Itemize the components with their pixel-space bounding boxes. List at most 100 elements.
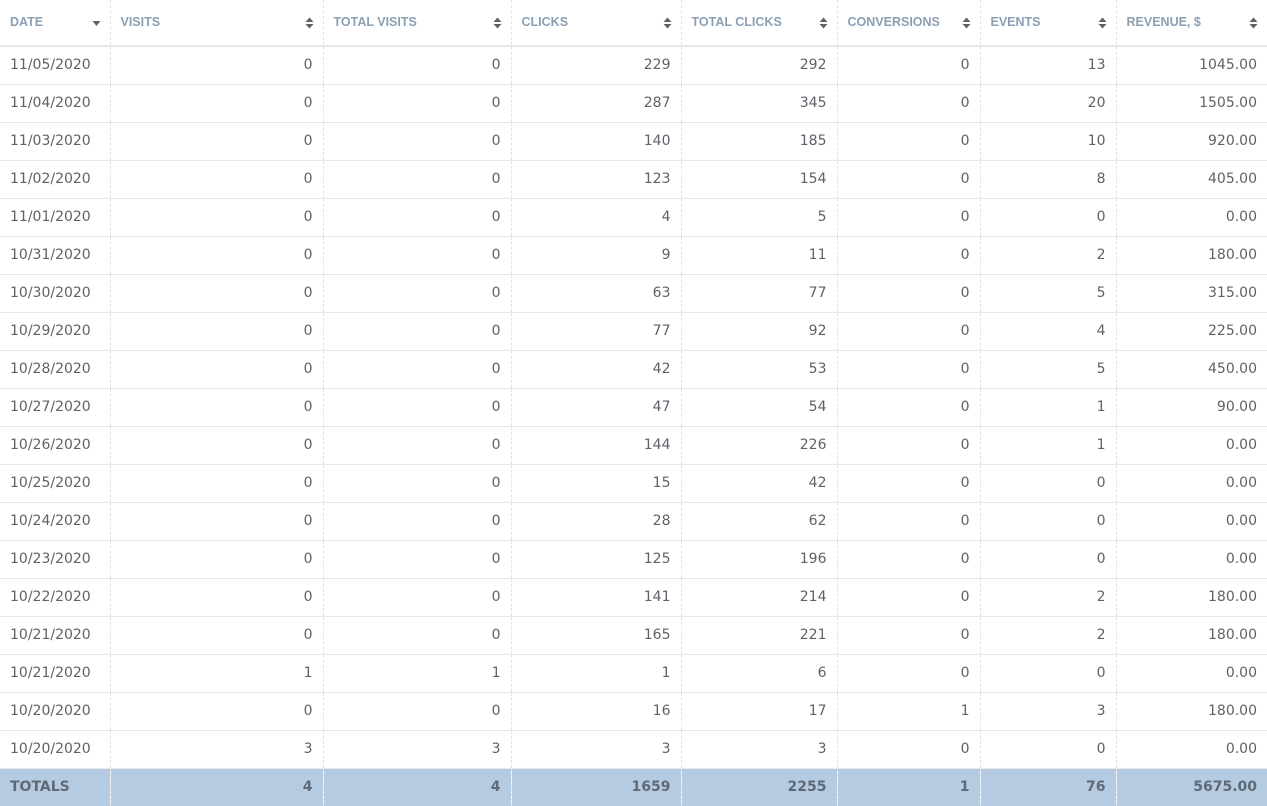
column-header-total_clicks[interactable]: TOTAL CLICKS — [680, 0, 837, 47]
table-body: 11/05/2020 0 0 229 292 0 13 1045.00 11/04/2020 0 0… — [0, 46, 1267, 769]
table-row: 10/27/2020 0 0 47 54 0 1 90.00 — [0, 388, 1267, 427]
cell-visits: 0 — [109, 350, 323, 389]
column-header-revenue[interactable]: REVENUE, $ — [1115, 0, 1267, 47]
cell-date: 11/05/2020 — [0, 46, 110, 85]
cell-total_clicks: 185 — [680, 122, 837, 161]
column-header-conversions[interactable]: CONVERSIONS — [836, 0, 980, 47]
cell-revenue: 1045.00 — [1115, 46, 1267, 85]
table-row: 11/05/2020 0 0 229 292 0 13 1045.00 — [0, 46, 1267, 85]
cell-conversions: 0 — [836, 730, 980, 769]
cell-total_clicks: 3 — [680, 730, 837, 769]
total-events: 76 — [979, 767, 1116, 806]
table-row: 10/23/2020 0 0 125 196 0 0 0.00 — [0, 540, 1267, 579]
cell-total_visits: 0 — [322, 236, 511, 275]
column-header-date[interactable]: DATE — [0, 0, 110, 47]
sort-both-icon — [305, 17, 313, 28]
cell-revenue: 180.00 — [1115, 692, 1267, 731]
cell-events: 8 — [979, 160, 1116, 199]
cell-conversions: 0 — [836, 502, 980, 541]
cell-total_visits: 0 — [322, 616, 511, 655]
cell-date: 10/29/2020 — [0, 312, 110, 351]
cell-total_visits: 0 — [322, 198, 511, 237]
cell-clicks: 165 — [510, 616, 681, 655]
cell-date: 10/20/2020 — [0, 692, 110, 731]
cell-revenue: 0.00 — [1115, 730, 1267, 769]
cell-conversions: 0 — [836, 198, 980, 237]
total-total_clicks: 2255 — [680, 767, 837, 806]
cell-total_clicks: 42 — [680, 464, 837, 503]
cell-visits: 0 — [109, 692, 323, 731]
table-row: 11/01/2020 0 0 4 5 0 0 0.00 — [0, 198, 1267, 237]
cell-conversions: 0 — [836, 350, 980, 389]
table-row: 10/30/2020 0 0 63 77 0 5 315.00 — [0, 274, 1267, 313]
cell-conversions: 0 — [836, 122, 980, 161]
cell-total_clicks: 226 — [680, 426, 837, 465]
cell-date: 10/25/2020 — [0, 464, 110, 503]
cell-clicks: 16 — [510, 692, 681, 731]
sort-desc-icon — [92, 20, 100, 26]
cell-conversions: 1 — [836, 692, 980, 731]
cell-total_visits: 0 — [322, 350, 511, 389]
column-header-clicks[interactable]: CLICKS — [510, 0, 681, 47]
cell-visits: 0 — [109, 388, 323, 427]
cell-clicks: 9 — [510, 236, 681, 275]
cell-total_clicks: 77 — [680, 274, 837, 313]
cell-clicks: 123 — [510, 160, 681, 199]
table-row: 10/31/2020 0 0 9 11 0 2 180.00 — [0, 236, 1267, 275]
cell-date: 11/01/2020 — [0, 198, 110, 237]
cell-events: 2 — [979, 616, 1116, 655]
cell-events: 0 — [979, 654, 1116, 693]
sort-both-icon — [1098, 17, 1106, 28]
column-header-visits[interactable]: VISITS — [109, 0, 323, 47]
cell-revenue: 405.00 — [1115, 160, 1267, 199]
cell-total_clicks: 62 — [680, 502, 837, 541]
cell-events: 2 — [979, 236, 1116, 275]
column-header-label: TOTAL VISITS — [333, 15, 417, 29]
cell-revenue: 225.00 — [1115, 312, 1267, 351]
cell-total_clicks: 11 — [680, 236, 837, 275]
cell-date: 10/24/2020 — [0, 502, 110, 541]
cell-revenue: 0.00 — [1115, 464, 1267, 503]
cell-total_visits: 0 — [322, 692, 511, 731]
cell-total_visits: 0 — [322, 312, 511, 351]
table-row: 11/02/2020 0 0 123 154 0 8 405.00 — [0, 160, 1267, 199]
cell-conversions: 0 — [836, 46, 980, 85]
column-header-label: REVENUE, $ — [1126, 15, 1201, 29]
cell-total_clicks: 5 — [680, 198, 837, 237]
cell-total_visits: 0 — [322, 388, 511, 427]
cell-clicks: 141 — [510, 578, 681, 617]
table-row: 10/21/2020 0 0 165 221 0 2 180.00 — [0, 616, 1267, 655]
cell-total_clicks: 6 — [680, 654, 837, 693]
total-clicks: 1659 — [510, 767, 681, 806]
cell-clicks: 4 — [510, 198, 681, 237]
cell-events: 0 — [979, 540, 1116, 579]
cell-date: 11/02/2020 — [0, 160, 110, 199]
column-header-events[interactable]: EVENTS — [979, 0, 1116, 47]
cell-total_visits: 0 — [322, 122, 511, 161]
column-header-total_visits[interactable]: TOTAL VISITS — [322, 0, 511, 47]
column-header-label: EVENTS — [990, 15, 1041, 29]
cell-clicks: 144 — [510, 426, 681, 465]
cell-events: 4 — [979, 312, 1116, 351]
total-total_visits: 4 — [322, 767, 511, 806]
cell-conversions: 0 — [836, 388, 980, 427]
cell-date: 10/20/2020 — [0, 730, 110, 769]
cell-events: 2 — [979, 578, 1116, 617]
cell-visits: 0 — [109, 160, 323, 199]
cell-clicks: 287 — [510, 84, 681, 123]
table-row: 10/28/2020 0 0 42 53 0 5 450.00 — [0, 350, 1267, 389]
cell-clicks: 42 — [510, 350, 681, 389]
cell-date: 10/28/2020 — [0, 350, 110, 389]
cell-revenue: 1505.00 — [1115, 84, 1267, 123]
table-row: 10/29/2020 0 0 77 92 0 4 225.00 — [0, 312, 1267, 351]
cell-revenue: 0.00 — [1115, 502, 1267, 541]
cell-date: 11/04/2020 — [0, 84, 110, 123]
cell-visits: 1 — [109, 654, 323, 693]
cell-visits: 0 — [109, 616, 323, 655]
cell-visits: 3 — [109, 730, 323, 769]
cell-visits: 0 — [109, 236, 323, 275]
cell-date: 10/23/2020 — [0, 540, 110, 579]
cell-date: 11/03/2020 — [0, 122, 110, 161]
cell-conversions: 0 — [836, 578, 980, 617]
cell-visits: 0 — [109, 46, 323, 85]
